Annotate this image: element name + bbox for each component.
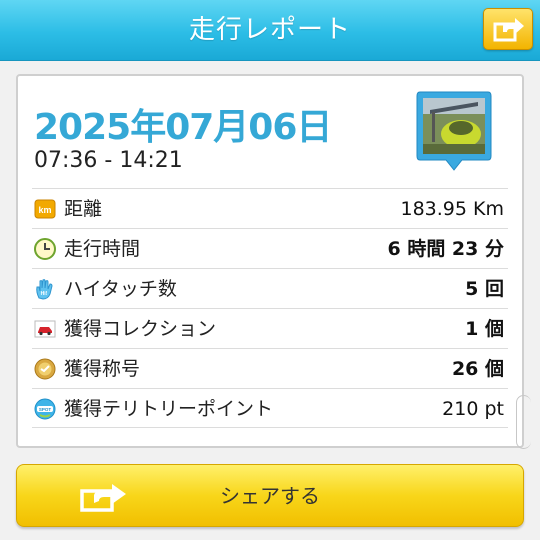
spot-icon: SPOT xyxy=(34,398,56,420)
share-button-label: シェアする xyxy=(220,484,320,508)
stat-value: 5 回 xyxy=(465,278,504,300)
car-collection-icon xyxy=(34,320,56,338)
share-button[interactable]: シェアする xyxy=(16,464,524,527)
km-icon: km xyxy=(34,199,56,219)
stat-value: 26 個 xyxy=(451,358,504,380)
share-arrow-icon xyxy=(493,18,524,42)
svg-text:Hi!: Hi! xyxy=(41,291,48,297)
clock-icon xyxy=(34,238,56,260)
stat-row-titles: 獲得称号 26 個 xyxy=(32,348,508,388)
page-title: 走行レポート xyxy=(188,15,351,45)
svg-text:SPOT: SPOT xyxy=(39,407,52,412)
report-time-range: 07:36 - 14:21 xyxy=(34,148,183,173)
stat-value: 183.95 Km xyxy=(400,198,505,220)
stat-label: ハイタッチ数 xyxy=(64,278,177,300)
hand-hightouch-icon: Hi! xyxy=(36,279,53,300)
stats-list: km 距離 183.95 Km 走行時間 6 時間 23 分 Hi! ハイタッチ… xyxy=(32,188,508,428)
stat-value: 210 pt xyxy=(442,398,504,420)
stat-row-distance: km 距離 183.95 Km xyxy=(32,188,508,228)
stat-value: 6 時間 23 分 xyxy=(387,238,504,260)
svg-text:km: km xyxy=(38,205,51,215)
stat-row-collection: 獲得コレクション 1 個 xyxy=(32,308,508,348)
stat-row-hightouch: Hi! ハイタッチ数 5 回 xyxy=(32,268,508,308)
stat-label: 獲得称号 xyxy=(64,358,141,380)
stat-row-territory: SPOT 獲得テリトリーポイント 210 pt xyxy=(32,388,508,428)
stat-label: 走行時間 xyxy=(64,238,141,260)
stat-row-drive-time: 走行時間 6 時間 23 分 xyxy=(32,228,508,268)
scroll-edge-indicator xyxy=(516,395,531,449)
stat-label: 距離 xyxy=(64,198,103,220)
spot-photo-pin-icon[interactable] xyxy=(416,90,492,172)
stat-label: 獲得コレクション xyxy=(64,318,217,340)
title-medal-icon xyxy=(34,358,56,380)
report-date: 2025年07月06日 xyxy=(34,107,332,148)
header-share-button[interactable] xyxy=(483,8,533,50)
stat-label: 獲得テリトリーポイント xyxy=(64,398,274,420)
stat-value: 1 個 xyxy=(465,318,504,340)
report-card: 2025年07月06日 07:36 - 14:21 km 距離 183.95 K… xyxy=(16,74,524,448)
app-header: 走行レポート xyxy=(0,0,540,61)
